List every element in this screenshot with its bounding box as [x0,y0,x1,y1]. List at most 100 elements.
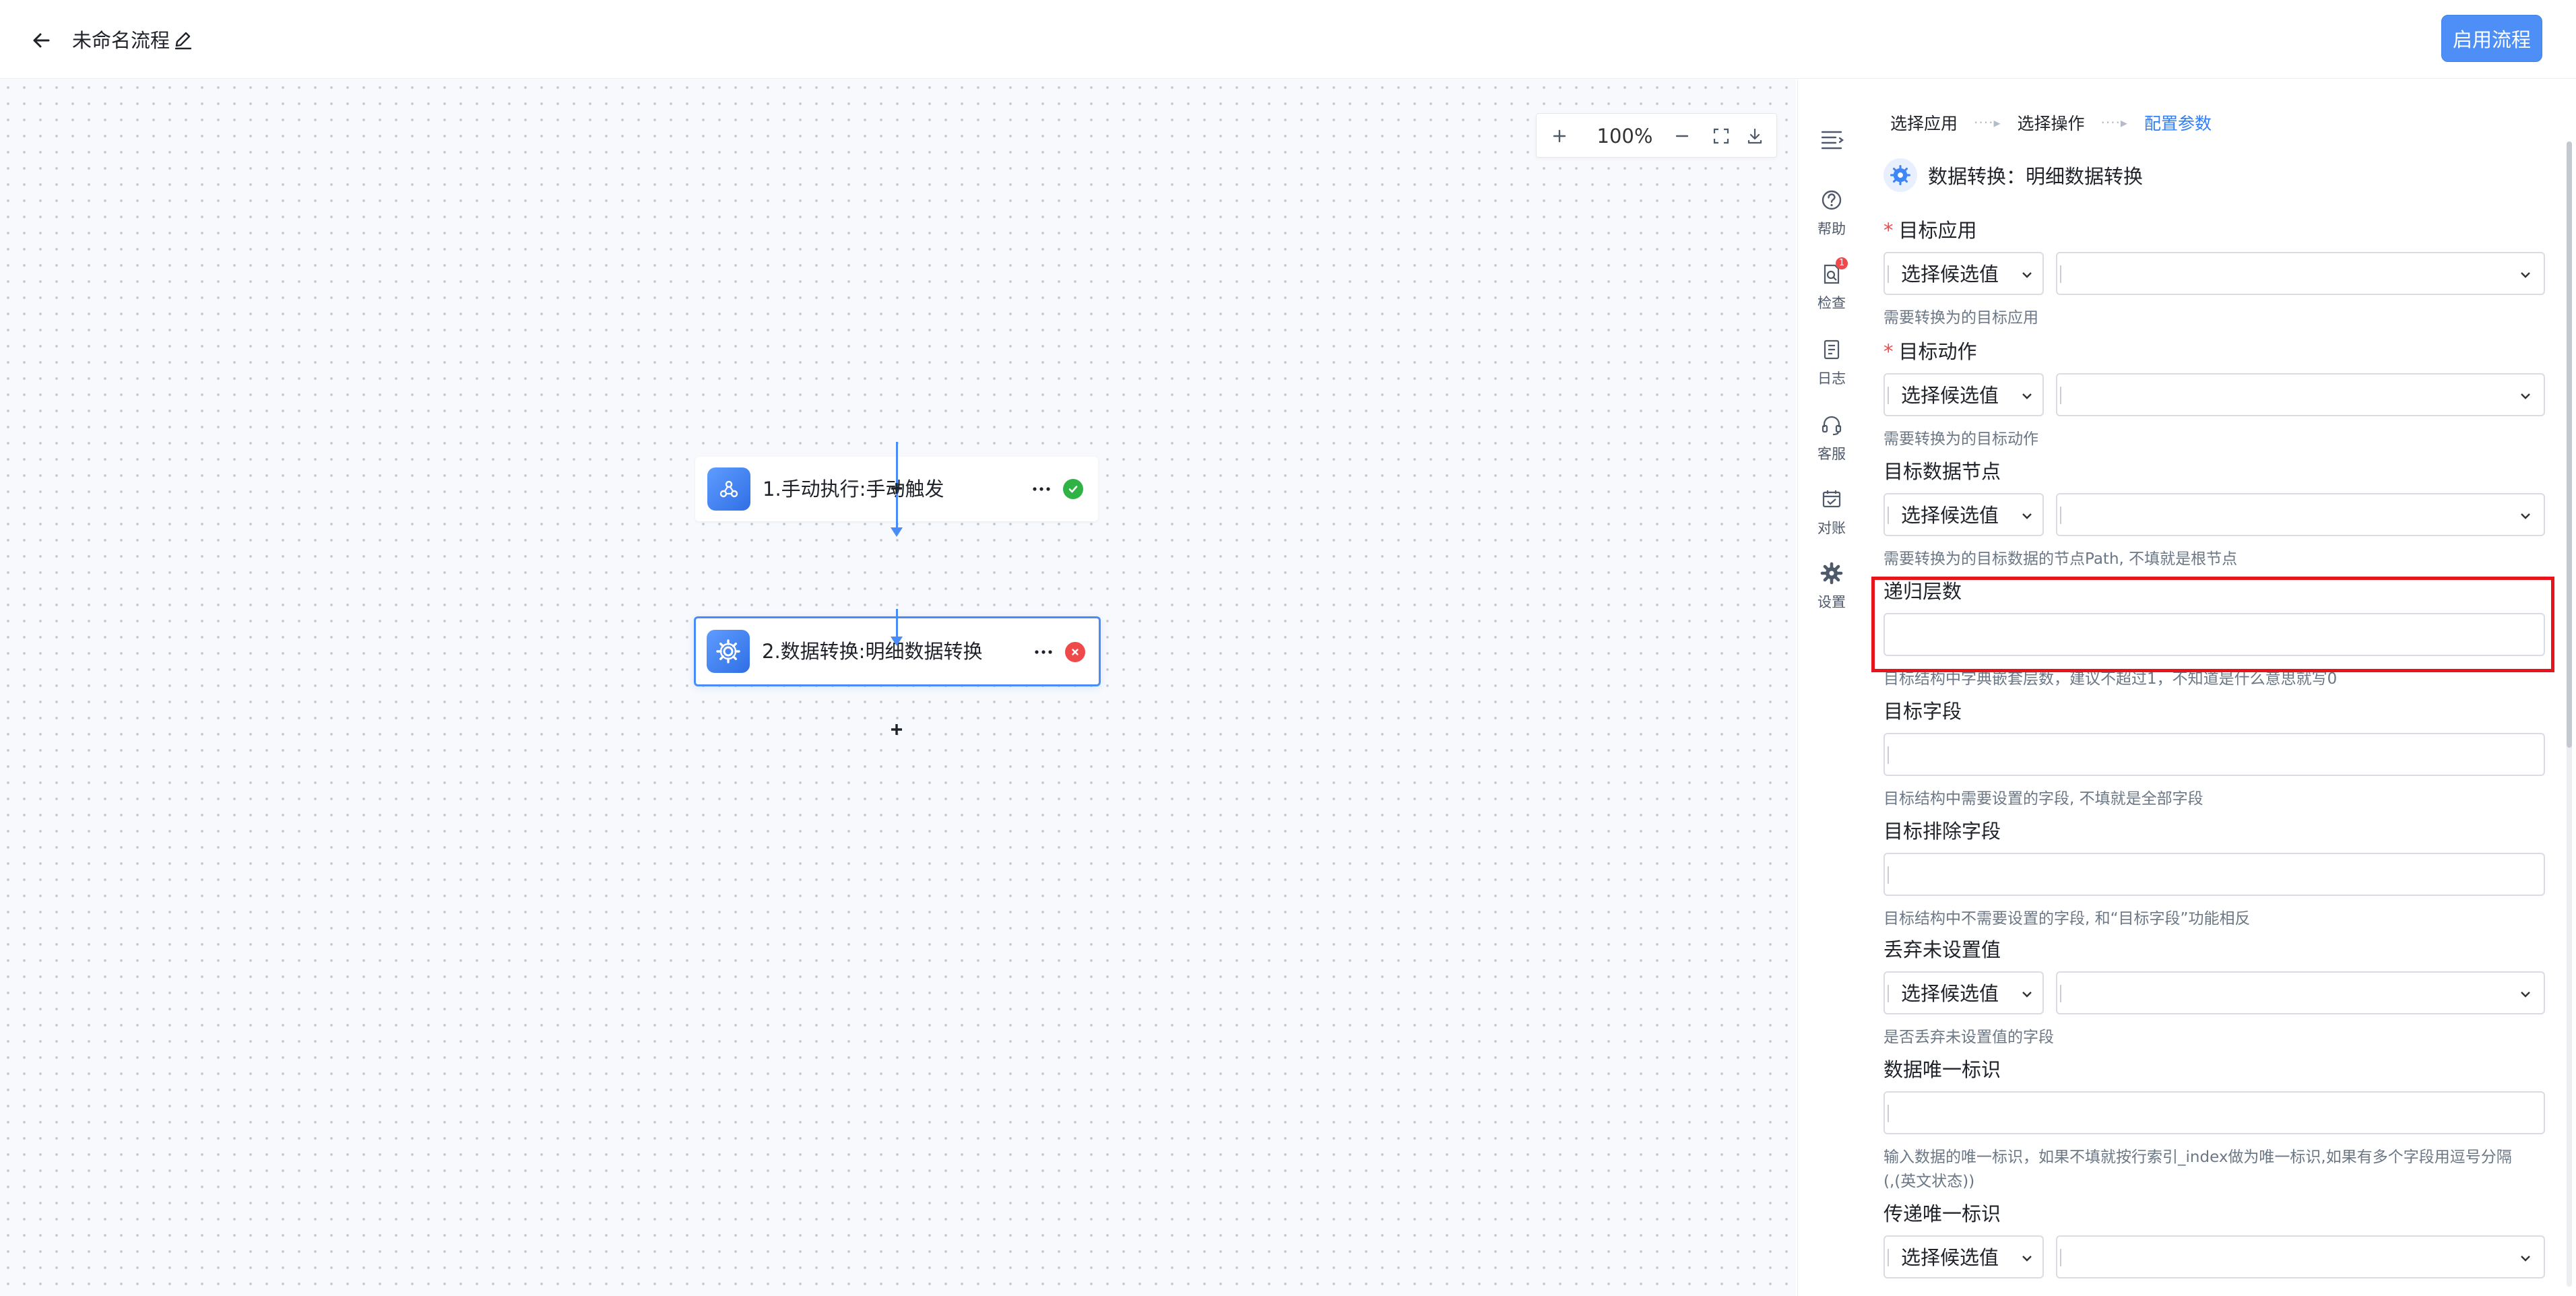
back-arrow-icon[interactable] [28,27,55,54]
chevron-down-icon [2022,513,2032,519]
pass-unique-id-select[interactable] [2056,1235,2545,1278]
reconcile-icon [1822,490,1841,508]
field-target-data-node: 目标数据节点 选择候选值 需要转换为的目标数据的节点Path, 不填就是根节点 [1883,458,2545,570]
recursion-depth-input[interactable] [1883,613,2545,656]
rail-label: 帮助 [1817,221,1846,237]
field-help: 目标结构中不需要设置的字段, 和“目标字段”功能相反 [1883,910,2251,928]
field-target-fields: 目标字段 目标结构中需要设置的字段, 不填就是全部字段 [1883,698,2545,810]
field-help: 需要转换为的目标动作 [1883,430,2038,448]
config-panel: 选择应用 ····▸ 选择操作 ····▸ 配置参数 数据转换：明细数据转换 *… [1866,79,2576,1296]
connector-line [896,609,898,639]
field-target-action: * 目标动作 选择候选值 需要转换为的目标动作 [1883,338,2545,450]
target-node-select[interactable] [2056,493,2545,536]
rail-label: 设置 [1817,594,1846,610]
arrow-down-icon [891,527,903,537]
field-label: 传递唯一标识 [1883,1202,2001,1225]
field-help: 需要转换为的目标数据的节点Path, 不填就是根节点 [1883,550,2238,568]
field-pass-unique-id: 传递唯一标识 选择候选值 [1883,1200,2545,1278]
chevron-down-icon [2521,992,2530,998]
target-action-select[interactable] [2056,373,2545,416]
required-mark: * [1883,219,1894,242]
rail-log[interactable]: 日志 [1798,338,1865,388]
field-discard-unset: 丢弃未设置值 选择候选值 是否丢弃未设置值的字段 [1883,936,2545,1048]
fullscreen-icon[interactable] [1708,123,1735,150]
target-fields-input[interactable] [1883,733,2545,776]
rail-label: 客服 [1817,446,1846,462]
rail-service[interactable]: 客服 [1798,414,1865,463]
field-label: * 目标应用 [1883,219,1977,242]
target-node-mode-select[interactable]: 选择候选值 [1883,493,2044,536]
panel-scrollbar[interactable] [2567,141,2572,1287]
chevron-down-icon [2521,1256,2530,1262]
zoom-in-icon[interactable] [1546,123,1573,150]
rail-label: 日志 [1817,370,1846,387]
node-label: 1.手动执行:手动触发 [763,478,944,500]
top-header: 未命名流程 启用流程 [0,0,2576,79]
add-node-plus-icon[interactable] [888,480,905,497]
success-check-icon [1063,479,1083,499]
field-label: 递归层数 [1883,580,1962,603]
gear-icon [707,630,750,673]
zoom-level: 100% [1597,125,1653,148]
zoom-toolbar: 100% [1536,113,1777,158]
chevron-down-icon [2022,272,2032,278]
chevron-down-icon [2521,513,2530,519]
field-unique-id: 数据唯一标识 输入数据的唯一标识，如果不填就按行索引_index做为唯一标识,如… [1883,1056,2545,1192]
more-icon[interactable] [1030,645,1057,659]
required-mark: * [1883,340,1894,363]
step-config-params[interactable]: 配置参数 [2144,110,2212,135]
field-label: 数据唯一标识 [1883,1058,2001,1081]
enable-flow-button[interactable]: 启用流程 [2441,15,2542,62]
panel-header: 数据转换：明细数据转换 [1883,158,2143,193]
discard-unset-mode-select[interactable]: 选择候选值 [1883,971,2044,1014]
field-label: * 目标动作 [1883,340,1977,363]
target-app-mode-select[interactable]: 选择候选值 [1883,252,2044,295]
rail-settings[interactable]: 设置 [1798,562,1865,612]
help-icon [1822,190,1842,210]
rail-help[interactable]: 帮助 [1798,189,1865,238]
menu-collapse-icon[interactable] [1798,127,1865,151]
tool-rail: 帮助 1 检查 日志 客服 对账 设置 [1797,79,1865,1296]
error-close-icon [1065,642,1085,662]
step-arrow-icon: ····▸ [1974,115,2001,131]
step-breadcrumb: 选择应用 ····▸ 选择操作 ····▸ 配置参数 [1890,109,2212,136]
rail-reconcile[interactable]: 对账 [1798,488,1865,538]
field-recursion-depth: 递归层数 目标结构中字典嵌套层数，建议不超过1，不知道是什么意思就写0 [1883,578,2545,690]
step-arrow-icon: ····▸ [2100,115,2128,131]
flow-title: 未命名流程 [72,29,170,52]
field-target-app: * 目标应用 选择候选值 需要转换为的目标应用 [1883,217,2545,329]
chevron-down-icon [2521,393,2530,399]
node-label: 2.数据转换:明细数据转换 [762,640,983,663]
target-app-select[interactable] [2056,252,2545,295]
zoom-out-icon[interactable] [1669,123,1696,150]
discard-unset-select[interactable] [2056,971,2545,1014]
exclude-fields-input[interactable] [1883,853,2545,896]
field-exclude-fields: 目标排除字段 目标结构中不需要设置的字段, 和“目标字段”功能相反 [1883,818,2545,930]
flow-canvas[interactable]: 100% 1.手动执行:手动触发 2.数据转换:明细数据转换 [0,79,1796,1296]
rail-check[interactable]: 1 检查 [1798,257,1865,313]
scrollbar-thumb[interactable] [2567,141,2572,748]
gear-icon [1883,158,1917,192]
chevron-down-icon [2022,393,2032,399]
more-icon[interactable] [1028,482,1055,496]
settings-icon [1820,562,1843,585]
step-select-app[interactable]: 选择应用 [1890,110,1958,135]
field-help: 目标结构中字典嵌套层数，建议不超过1，不知道是什么意思就写0 [1883,670,2338,688]
field-help: 需要转换为的目标应用 [1883,309,2038,327]
rail-label: 对账 [1817,520,1846,536]
download-icon[interactable] [1741,123,1768,150]
headset-icon [1822,416,1842,436]
field-label: 目标数据节点 [1883,460,2001,483]
pass-unique-id-mode-select[interactable]: 选择候选值 [1883,1235,2044,1278]
edit-pencil-icon[interactable] [172,30,194,51]
step-select-action[interactable]: 选择操作 [2017,110,2084,135]
unique-id-input[interactable] [1883,1091,2545,1134]
rail-label: 检查 [1817,295,1846,311]
field-help: 输入数据的唯一标识，如果不填就按行索引_index做为唯一标识,如果有多个字段用… [1883,1148,2512,1166]
trigger-icon [707,467,750,511]
panel-title: 数据转换：明细数据转换 [1928,165,2144,188]
add-node-plus-icon[interactable] [888,721,905,738]
log-icon [1824,339,1840,360]
target-action-mode-select[interactable]: 选择候选值 [1883,373,2044,416]
field-help: 目标结构中需要设置的字段, 不填就是全部字段 [1883,790,2203,808]
